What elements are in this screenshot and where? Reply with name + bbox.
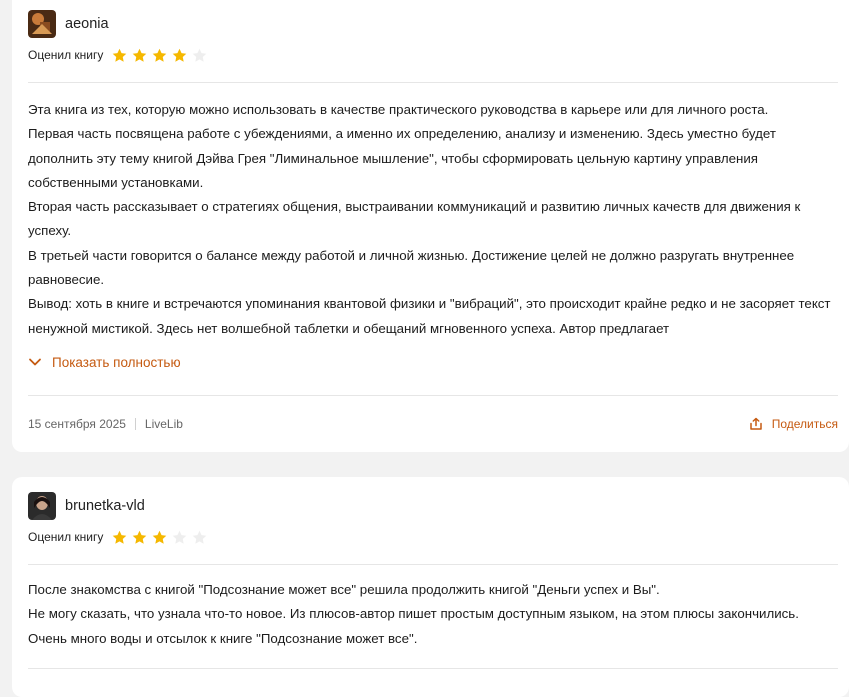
username[interactable]: brunetka-vld [65,498,145,514]
avatar[interactable] [28,492,56,520]
review-author: brunetka-vld [28,491,838,521]
star-icon [133,48,147,62]
review-paragraph: Первая часть посвящена работе с убеждени… [28,126,776,190]
share-button[interactable]: Поделиться [749,417,838,431]
star-rating [111,529,208,546]
review-author: aeonia [28,9,838,39]
review-paragraph: Не могу сказать, что узнала что-то новое… [28,606,799,646]
star-icon [113,48,127,62]
star-rating [111,47,208,64]
username[interactable]: aeonia [65,16,109,32]
star-icon [173,48,187,62]
review-source[interactable]: LiveLib [145,417,183,431]
review-paragraph: В третьей части говорится о балансе межд… [28,247,795,288]
review-paragraph: Эта книга из тех, которую можно использо… [28,102,769,117]
star-icon [153,48,167,62]
review-text: После знакомства с книгой "Подсознание м… [28,578,838,651]
avatar[interactable] [28,10,56,38]
show-more-label: Показать полностью [52,354,181,370]
rating-row: Оценил книгу [28,43,838,67]
star-icon [133,530,147,544]
star-icon [193,48,207,62]
share-label: Поделиться [771,417,838,432]
star-icon [113,530,127,544]
divider [28,667,838,669]
review-paragraph: Вторая часть рассказывает о стратегиях о… [28,199,801,239]
review-card: aeonia Оценил книгу Эта книга из тех, ко… [12,0,849,452]
review-date: 15 сентября 2025 [28,417,126,432]
chevron-down-icon [29,359,41,366]
star-icon [193,530,207,544]
review-meta: 15 сентября 2025 LiveLib [28,417,183,431]
review-footer: 15 сентября 2025 LiveLib Поделиться [28,414,838,434]
review-text: Эта книга из тех, которую можно использо… [28,98,838,341]
rating-label: Оценил книгу [28,530,104,544]
star-icon [173,530,187,544]
review-paragraph: Вывод: хоть в книге и встречаются упомин… [28,296,831,336]
star-icon [153,530,167,544]
show-more-button[interactable]: Показать полностью [28,355,181,370]
rating-row: Оценил книгу [28,525,838,549]
review-paragraph: После знакомства с книгой "Подсознание м… [28,582,660,597]
meta-divider [134,418,136,431]
rating-label: Оценил книгу [28,48,104,62]
review-card: brunetka-vld Оценил книгу После знакомст… [12,477,849,697]
share-icon [749,418,762,431]
